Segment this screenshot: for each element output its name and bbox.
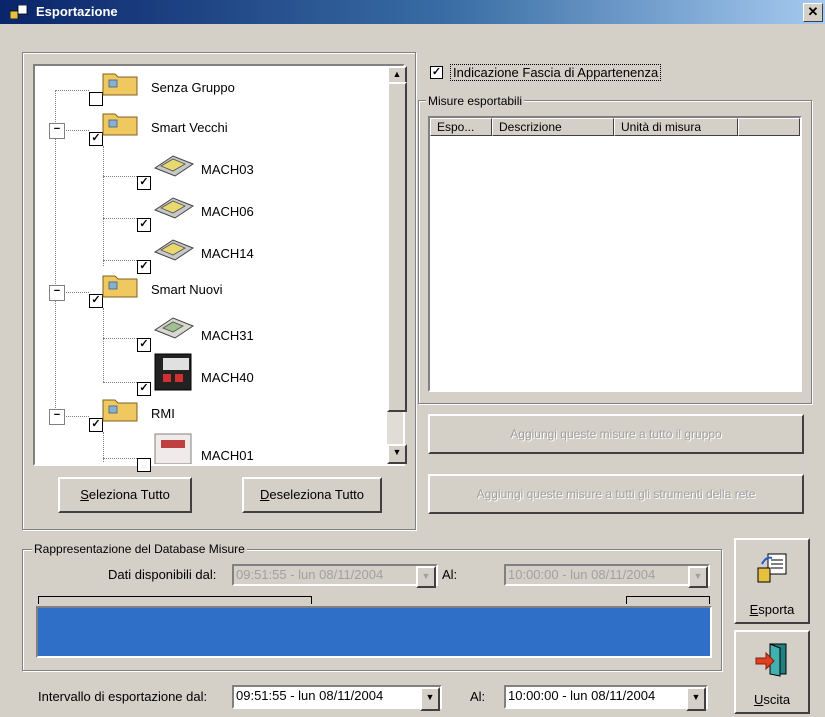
tree-device-label: MACH14 [201,246,254,261]
tree-device-label: MACH40 [201,370,254,385]
measures-list[interactable]: Espo... Descrizione Unità di misura [428,116,802,392]
band-indication-checkbox[interactable]: ✓ [430,66,443,79]
available-to-label: Al: [442,567,458,582]
tree-group-label: Smart Vecchi [151,120,228,135]
deselect-all-button[interactable]: Deseleziona Tutto [242,477,382,513]
device-icon [154,353,192,391]
add-to-network-button[interactable]: Aggiungi queste misure a tutti gli strum… [428,474,804,514]
tree-device-label: MACH03 [201,162,254,177]
folder-icon [102,275,138,298]
tree-scrollbar[interactable]: ▲ ▼ [387,66,407,464]
dropdown-arrow-icon[interactable]: ▼ [420,687,440,711]
device-icon [153,239,195,261]
check-icon: ✓ [139,338,149,350]
column-header-unit[interactable]: Unità di misura [614,118,738,136]
export-to-label: Al: [470,689,486,704]
check-icon: ✓ [139,260,149,272]
select-all-button[interactable]: Seleziona Tutto [58,477,192,513]
check-icon: ✓ [139,218,149,230]
device-icon [153,155,195,177]
check-icon: ✓ [91,132,101,144]
folder-icon [102,73,138,96]
database-range-fill [38,608,710,656]
check-icon: ✓ [139,382,149,394]
column-header-export[interactable]: Espo... [430,118,492,136]
available-to-field: 10:00:00 - lun 08/11/2004 ▼ [504,564,710,588]
column-header-description[interactable]: Descrizione [492,118,614,136]
check-icon: ✓ [91,418,101,430]
add-to-group-button[interactable]: Aggiungi queste misure a tutto il gruppo [428,414,804,454]
available-from-label: Dati disponibili dal: [108,567,217,582]
arrow-up-icon: ▲ [392,69,402,79]
available-from-field: 09:51:55 - lun 08/11/2004 ▼ [232,564,438,588]
column-header-empty [738,118,800,136]
exit-door-icon [755,643,787,677]
tree-device-label: MACH01 [201,448,254,463]
database-range-bar [36,606,712,658]
close-button[interactable]: ✕ [803,3,823,22]
tree-group-label: Senza Gruppo [151,80,235,95]
title-bar: Esportazione ✕ [0,0,825,24]
measures-group-title: Misure esportabili [426,94,525,108]
expander-smart-vecchi[interactable]: − [49,123,65,139]
tree-device-label: MACH06 [201,204,254,219]
export-interval-label: Intervallo di esportazione dal: [38,689,208,704]
dropdown-arrow-icon: ▼ [688,566,708,588]
range-bracket-left [38,596,312,604]
export-from-field[interactable]: 09:51:55 - lun 08/11/2004 ▼ [232,685,442,711]
checkbox-mach31[interactable]: ✓ [137,338,151,352]
window-title: Esportazione [36,4,118,19]
tree-device-label: MACH31 [201,328,254,343]
export-window-icon [10,5,28,19]
tree-group-label: Smart Nuovi [151,282,223,297]
folder-icon [102,399,138,422]
checkbox-mach40[interactable]: ✓ [137,382,151,396]
device-icon [154,433,192,464]
device-icon [153,317,195,339]
check-icon: ✓ [431,66,442,78]
folder-icon [102,113,138,136]
check-icon: ✓ [91,294,101,306]
close-icon: ✕ [807,4,819,19]
checkbox-mach03[interactable]: ✓ [137,176,151,190]
dropdown-arrow-icon: ▼ [416,566,436,588]
device-tree[interactable]: Senza Gruppo − ✓ Smart Vecchi ✓ MACH03 ✓… [33,64,407,472]
database-group-title: Rappresentazione del Database Misure [32,542,247,556]
tree-group-label: RMI [151,406,175,421]
checkbox-mach06[interactable]: ✓ [137,218,151,232]
export-button[interactable]: Esporta [734,538,810,624]
expander-smart-nuovi[interactable]: − [49,285,65,301]
checkbox-mach14[interactable]: ✓ [137,260,151,274]
range-bracket-right [626,596,710,604]
dropdown-arrow-icon[interactable]: ▼ [686,687,706,711]
scroll-thumb[interactable] [387,82,407,412]
export-to-field[interactable]: 10:00:00 - lun 08/11/2004 ▼ [504,685,708,711]
band-indication-label: Indicazione Fascia di Appartenenza [450,64,662,81]
checkbox-mach01[interactable] [137,458,151,472]
scroll-down-button[interactable]: ▼ [387,444,407,464]
export-icon [757,553,787,583]
arrow-down-icon: ▼ [392,447,402,457]
check-icon: ✓ [139,176,149,188]
device-icon [153,197,195,219]
expander-rmi[interactable]: − [49,409,65,425]
exit-button[interactable]: Uscita [734,630,810,714]
